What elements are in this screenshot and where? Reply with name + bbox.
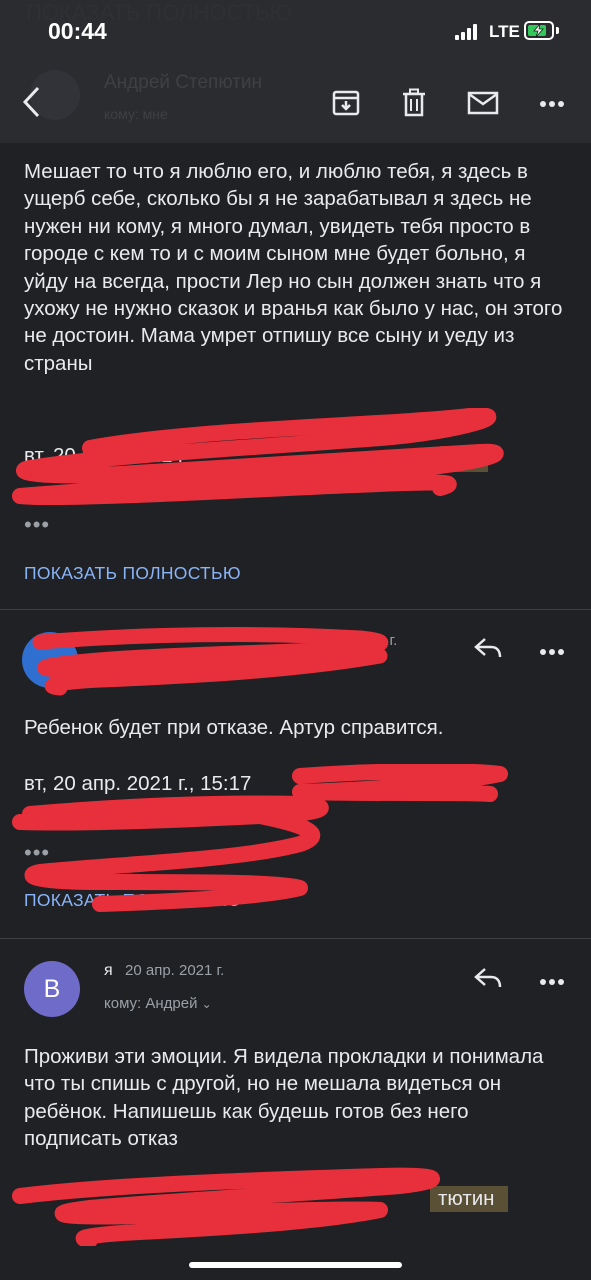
sender-avatar: В xyxy=(24,961,80,1017)
battery-icon xyxy=(524,21,554,40)
faded-recipient: кому: мне xyxy=(104,106,168,122)
top-app-bar: ПОКАЗАТЬ ПОЛНОСТЬЮ Андрей Степютин кому:… xyxy=(0,0,591,143)
more-icon[interactable] xyxy=(539,96,565,114)
reply-icon[interactable] xyxy=(473,636,503,665)
network-type: LTE xyxy=(489,22,520,41)
message-body: Ребенок будет при отказе. Артур справитс… xyxy=(24,716,444,739)
delete-icon[interactable] xyxy=(400,88,428,123)
mail-icon[interactable] xyxy=(467,90,499,121)
recipient-label: кому: Андрей xyxy=(104,995,198,1012)
faded-sender-name: Андрей Степютин xyxy=(104,72,262,93)
redaction-scribble xyxy=(12,1167,440,1246)
message-body: Проживи эти эмоции. Я видела прокладки и… xyxy=(24,1045,544,1151)
message-body: Мешает то что я люблю его, и люблю тебя,… xyxy=(24,160,563,375)
redaction-scribble xyxy=(12,408,504,506)
archive-icon[interactable] xyxy=(331,88,361,123)
chevron-down-icon: ⌄ xyxy=(201,997,212,1011)
home-indicator[interactable] xyxy=(189,1262,402,1268)
more-icon[interactable] xyxy=(539,644,565,662)
reply-icon[interactable] xyxy=(473,966,503,995)
message-date: 20 апр. 2021 г. xyxy=(125,962,225,979)
message-divider xyxy=(0,609,591,610)
expand-quote-dots[interactable]: ••• xyxy=(24,512,50,538)
sender-name: я xyxy=(104,962,113,979)
more-icon[interactable] xyxy=(539,974,565,992)
redaction-scribble xyxy=(32,627,389,696)
back-icon[interactable] xyxy=(18,84,48,125)
recipient-dropdown[interactable]: кому: Андрей ⌄ xyxy=(104,995,212,1012)
show-full-link[interactable]: ПОКАЗАТЬ ПОЛНОСТЬЮ xyxy=(24,563,241,584)
redaction-scribble xyxy=(12,764,508,912)
message-divider xyxy=(0,938,591,939)
status-time: 00:44 xyxy=(48,18,107,44)
signal-icon xyxy=(455,24,481,40)
